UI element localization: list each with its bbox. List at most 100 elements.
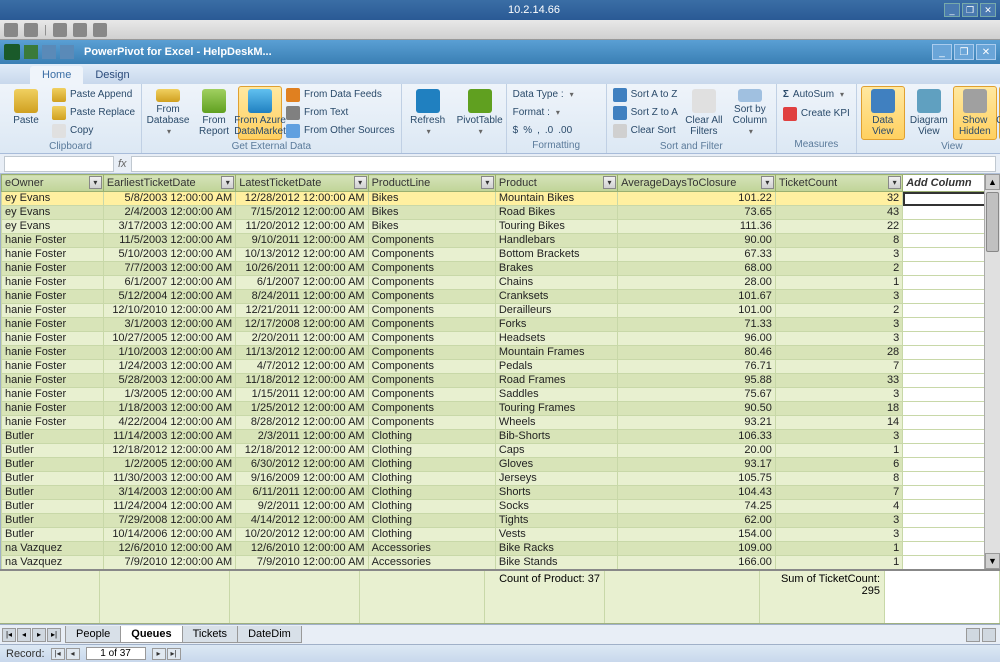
cell[interactable]: Handlebars bbox=[495, 234, 617, 248]
cell[interactable]: 7/9/2010 12:00:00 AM bbox=[103, 556, 235, 570]
table-row[interactable]: Butler1/2/2005 12:00:00 AM6/30/2012 12:0… bbox=[2, 458, 1000, 472]
cell[interactable]: 3 bbox=[775, 528, 902, 542]
qat-save-icon[interactable] bbox=[24, 45, 38, 59]
cell[interactable]: 6/11/2011 12:00:00 AM bbox=[236, 486, 368, 500]
cell[interactable]: 4 bbox=[775, 500, 902, 514]
cell[interactable]: Components bbox=[368, 416, 495, 430]
filter-icon[interactable]: ▾ bbox=[354, 176, 367, 189]
cell[interactable]: Clothing bbox=[368, 500, 495, 514]
cell[interactable]: Cranksets bbox=[495, 290, 617, 304]
view-mode-icon[interactable] bbox=[982, 628, 996, 642]
cell[interactable]: Headsets bbox=[495, 332, 617, 346]
cell[interactable]: 14 bbox=[775, 416, 902, 430]
pivottable-button[interactable]: PivotTable bbox=[458, 86, 502, 140]
paste-append-button[interactable]: Paste Append bbox=[50, 86, 137, 103]
cell[interactable]: 20.00 bbox=[618, 444, 776, 458]
cell[interactable]: Bike Stands bbox=[495, 556, 617, 570]
cell[interactable]: 12/18/2012 12:00:00 AM bbox=[236, 444, 368, 458]
cell[interactable]: Tights bbox=[495, 514, 617, 528]
sheet-next-icon[interactable]: ▸ bbox=[32, 628, 46, 642]
cell[interactable]: 101.00 bbox=[618, 304, 776, 318]
cell[interactable]: Saddles bbox=[495, 388, 617, 402]
cell[interactable]: 9/10/2011 12:00:00 AM bbox=[236, 234, 368, 248]
cell[interactable]: 11/30/2003 12:00:00 AM bbox=[103, 472, 235, 486]
cell[interactable]: 109.00 bbox=[618, 542, 776, 556]
cell[interactable]: 71.33 bbox=[618, 318, 776, 332]
sheet-tab-tickets[interactable]: Tickets bbox=[182, 626, 238, 643]
vm-tool-icon[interactable] bbox=[73, 23, 87, 37]
cell[interactable]: Butler bbox=[2, 514, 104, 528]
cell[interactable]: Bike Racks bbox=[495, 542, 617, 556]
table-row[interactable]: hanie Foster7/7/2003 12:00:00 AM10/26/20… bbox=[2, 262, 1000, 276]
cell[interactable]: Accessories bbox=[368, 556, 495, 570]
paste-button[interactable]: Paste bbox=[4, 86, 48, 140]
cell[interactable]: Forks bbox=[495, 318, 617, 332]
table-row[interactable]: Butler7/29/2008 12:00:00 AM4/14/2012 12:… bbox=[2, 514, 1000, 528]
record-first-icon[interactable]: |◂ bbox=[51, 648, 65, 660]
qat-undo-icon[interactable] bbox=[42, 45, 56, 59]
table-row[interactable]: Butler12/18/2012 12:00:00 AM12/18/2012 1… bbox=[2, 444, 1000, 458]
cell[interactable]: hanie Foster bbox=[2, 374, 104, 388]
cell[interactable]: 1/24/2003 12:00:00 AM bbox=[103, 360, 235, 374]
paste-replace-button[interactable]: Paste Replace bbox=[50, 104, 137, 121]
table-row[interactable]: ey Evans3/17/2003 12:00:00 AM11/20/2012 … bbox=[2, 220, 1000, 234]
cell[interactable]: 4/7/2012 12:00:00 AM bbox=[236, 360, 368, 374]
cell[interactable]: 166.00 bbox=[618, 556, 776, 570]
cell[interactable]: Mountain Bikes bbox=[495, 192, 617, 206]
cell[interactable]: 80.46 bbox=[618, 346, 776, 360]
percent-button[interactable]: % bbox=[521, 122, 534, 139]
cell[interactable]: 1/18/2003 12:00:00 AM bbox=[103, 402, 235, 416]
vm-minimize[interactable]: _ bbox=[944, 3, 960, 17]
cell[interactable]: Brakes bbox=[495, 262, 617, 276]
table-row[interactable]: hanie Foster6/1/2007 12:00:00 AM6/1/2007… bbox=[2, 276, 1000, 290]
vm-tool-icon[interactable] bbox=[4, 23, 18, 37]
cell[interactable]: 32 bbox=[775, 192, 902, 206]
cell[interactable]: 5/10/2003 12:00:00 AM bbox=[103, 248, 235, 262]
cell[interactable]: 10/14/2006 12:00:00 AM bbox=[103, 528, 235, 542]
cell[interactable]: 2 bbox=[775, 262, 902, 276]
cell[interactable]: Butler bbox=[2, 486, 104, 500]
cell[interactable]: 9/16/2009 12:00:00 AM bbox=[236, 472, 368, 486]
cell[interactable]: Caps bbox=[495, 444, 617, 458]
scroll-down-icon[interactable]: ▼ bbox=[985, 553, 1000, 569]
format-dropdown[interactable]: Format : bbox=[511, 104, 562, 121]
cell[interactable]: 101.22 bbox=[618, 192, 776, 206]
cell[interactable]: 5/12/2004 12:00:00 AM bbox=[103, 290, 235, 304]
cell[interactable]: hanie Foster bbox=[2, 262, 104, 276]
cell[interactable]: ey Evans bbox=[2, 206, 104, 220]
cell[interactable]: 7/29/2008 12:00:00 AM bbox=[103, 514, 235, 528]
cell[interactable]: Components bbox=[368, 234, 495, 248]
cell[interactable]: Butler bbox=[2, 430, 104, 444]
vm-tool-icon[interactable] bbox=[53, 23, 67, 37]
cell[interactable]: 3/14/2003 12:00:00 AM bbox=[103, 486, 235, 500]
cell[interactable]: Chains bbox=[495, 276, 617, 290]
cell[interactable]: 7 bbox=[775, 360, 902, 374]
cell[interactable]: 104.43 bbox=[618, 486, 776, 500]
cell[interactable]: 3/1/2003 12:00:00 AM bbox=[103, 318, 235, 332]
sheet-last-icon[interactable]: ▸| bbox=[47, 628, 61, 642]
cell[interactable]: 1 bbox=[775, 542, 902, 556]
cell[interactable]: 3 bbox=[775, 430, 902, 444]
cell[interactable]: 10/26/2011 12:00:00 AM bbox=[236, 262, 368, 276]
filter-icon[interactable]: ▾ bbox=[481, 176, 494, 189]
cell[interactable]: Clothing bbox=[368, 458, 495, 472]
cell[interactable]: 7/7/2003 12:00:00 AM bbox=[103, 262, 235, 276]
cell[interactable]: Clothing bbox=[368, 430, 495, 444]
comma-button[interactable]: , bbox=[535, 122, 542, 139]
cell[interactable]: 154.00 bbox=[618, 528, 776, 542]
tab-design[interactable]: Design bbox=[83, 66, 141, 84]
name-box[interactable] bbox=[4, 156, 114, 172]
sheet-tab-queues[interactable]: Queues bbox=[120, 626, 182, 643]
count-product-measure[interactable]: Count of Product: 37 bbox=[485, 571, 605, 623]
cell[interactable]: 11/13/2012 12:00:00 AM bbox=[236, 346, 368, 360]
cell[interactable]: Clothing bbox=[368, 486, 495, 500]
autosum-button[interactable]: ΣAutoSum bbox=[781, 86, 846, 103]
record-prev-icon[interactable]: ◂ bbox=[66, 648, 80, 660]
currency-button[interactable]: $ bbox=[511, 122, 521, 139]
cell[interactable]: Shorts bbox=[495, 486, 617, 500]
cell[interactable]: Butler bbox=[2, 500, 104, 514]
from-report-button[interactable]: From Report bbox=[192, 86, 236, 140]
scroll-up-icon[interactable]: ▲ bbox=[985, 174, 1000, 190]
cell[interactable]: 93.21 bbox=[618, 416, 776, 430]
cell[interactable]: hanie Foster bbox=[2, 346, 104, 360]
